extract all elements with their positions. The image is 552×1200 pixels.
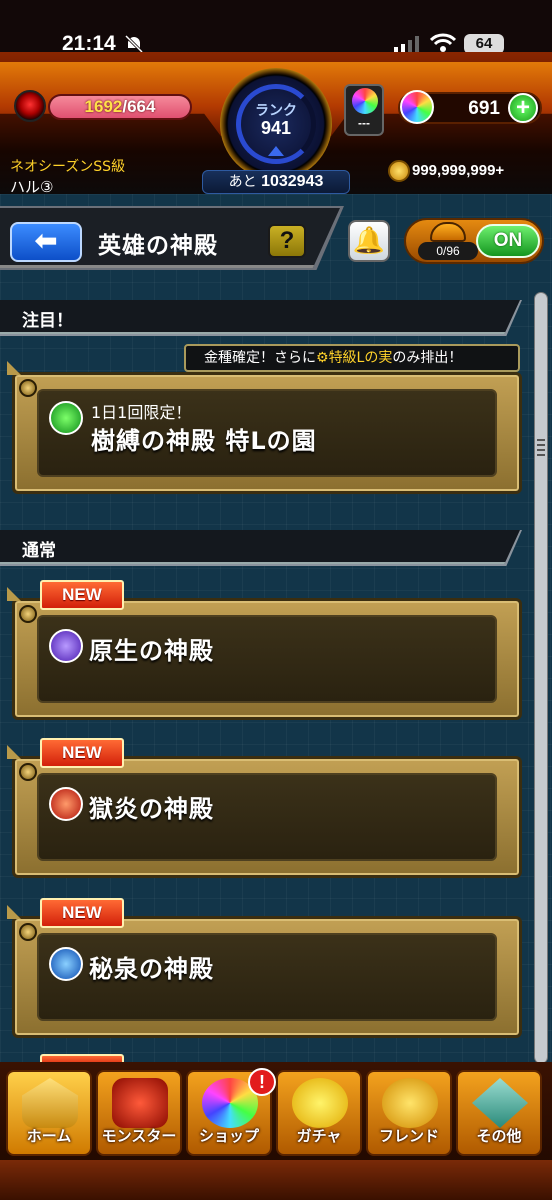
nav-gacha[interactable]: ガチャ — [276, 1070, 362, 1156]
fire-element-icon — [49, 787, 83, 821]
stamina-icon — [14, 90, 46, 122]
section-header-featured: 注目！ — [0, 300, 520, 334]
rank-progress-marker — [268, 146, 284, 156]
quest-card[interactable]: 秘泉の神殿 — [7, 905, 522, 1038]
new-badge: NEW — [40, 898, 124, 928]
gacha-icon — [292, 1078, 348, 1128]
page-title: 英雄の神殿 — [98, 233, 218, 259]
friend-icon — [382, 1078, 438, 1128]
nav-home[interactable]: ホーム — [6, 1070, 92, 1156]
water-element-icon — [49, 947, 83, 981]
battery-indicator: 64 — [464, 34, 504, 54]
bottom-nav-base — [0, 1160, 552, 1200]
coin-icon — [388, 160, 410, 182]
featured-notice: 金種確定！さらに⚙特級Lの実のみ排出！ — [184, 344, 520, 372]
orb-icon — [352, 88, 378, 114]
new-badge: NEW — [40, 580, 124, 610]
section-header-normal: 通常 — [0, 530, 520, 564]
stamina-current: 1692 — [84, 97, 123, 116]
rank-label: ランク — [255, 103, 297, 119]
home-icon — [22, 1078, 78, 1128]
nav-friend[interactable]: フレンド — [366, 1070, 452, 1156]
wood-element-icon — [49, 401, 83, 435]
quest-limit-label: 1日1回限定！ — [91, 403, 192, 422]
back-button[interactable]: ⬅ — [10, 222, 82, 262]
stamina-bar[interactable]: 1692/664 — [48, 94, 192, 120]
orb-count: 691 — [468, 98, 500, 119]
orb-slot[interactable]: --- — [344, 84, 384, 136]
next-rank-exp: あと 1032943 — [202, 170, 350, 194]
scrollbar[interactable] — [534, 292, 548, 1064]
wifi-icon — [430, 33, 456, 52]
quest-title: 樹縛の神殿 特Lの園 — [91, 427, 317, 455]
quest-card[interactable]: 獄炎の神殿 — [7, 745, 522, 878]
rank-value: 941 — [260, 118, 292, 138]
buy-orbs-button[interactable]: + — [508, 93, 538, 123]
quest-title: 秘泉の神殿 — [89, 955, 214, 983]
auto-toggle-button[interactable]: ON — [476, 224, 540, 258]
rainbow-orb-icon — [400, 90, 434, 124]
quest-title: 獄炎の神殿 — [89, 795, 214, 823]
shop-alert-badge: ! — [248, 1068, 276, 1096]
coin-count: 999,999,999+ — [412, 162, 505, 179]
bell-icon[interactable]: 🔔 — [348, 220, 390, 262]
new-badge: NEW — [40, 738, 124, 768]
help-button[interactable]: ? — [268, 224, 306, 258]
quest-title: 原生の神殿 — [89, 637, 214, 665]
nav-other[interactable]: その他 — [456, 1070, 542, 1156]
season-label: ネオシーズンSS級 — [10, 159, 126, 175]
stamina-max: /664 — [122, 97, 156, 116]
auto-count: 0/96 — [418, 242, 478, 260]
dark-element-icon — [49, 629, 83, 663]
monster-icon — [112, 1078, 168, 1128]
cellular-signal-icon — [394, 36, 419, 52]
silent-bell-icon — [124, 35, 144, 53]
quest-card-featured[interactable]: 1日1回限定！ 樹縛の神殿 特Lの園 — [7, 361, 522, 494]
other-menu-icon — [472, 1078, 528, 1128]
quest-card[interactable]: 原生の神殿 — [7, 587, 522, 720]
nav-monster[interactable]: モンスター — [96, 1070, 182, 1156]
